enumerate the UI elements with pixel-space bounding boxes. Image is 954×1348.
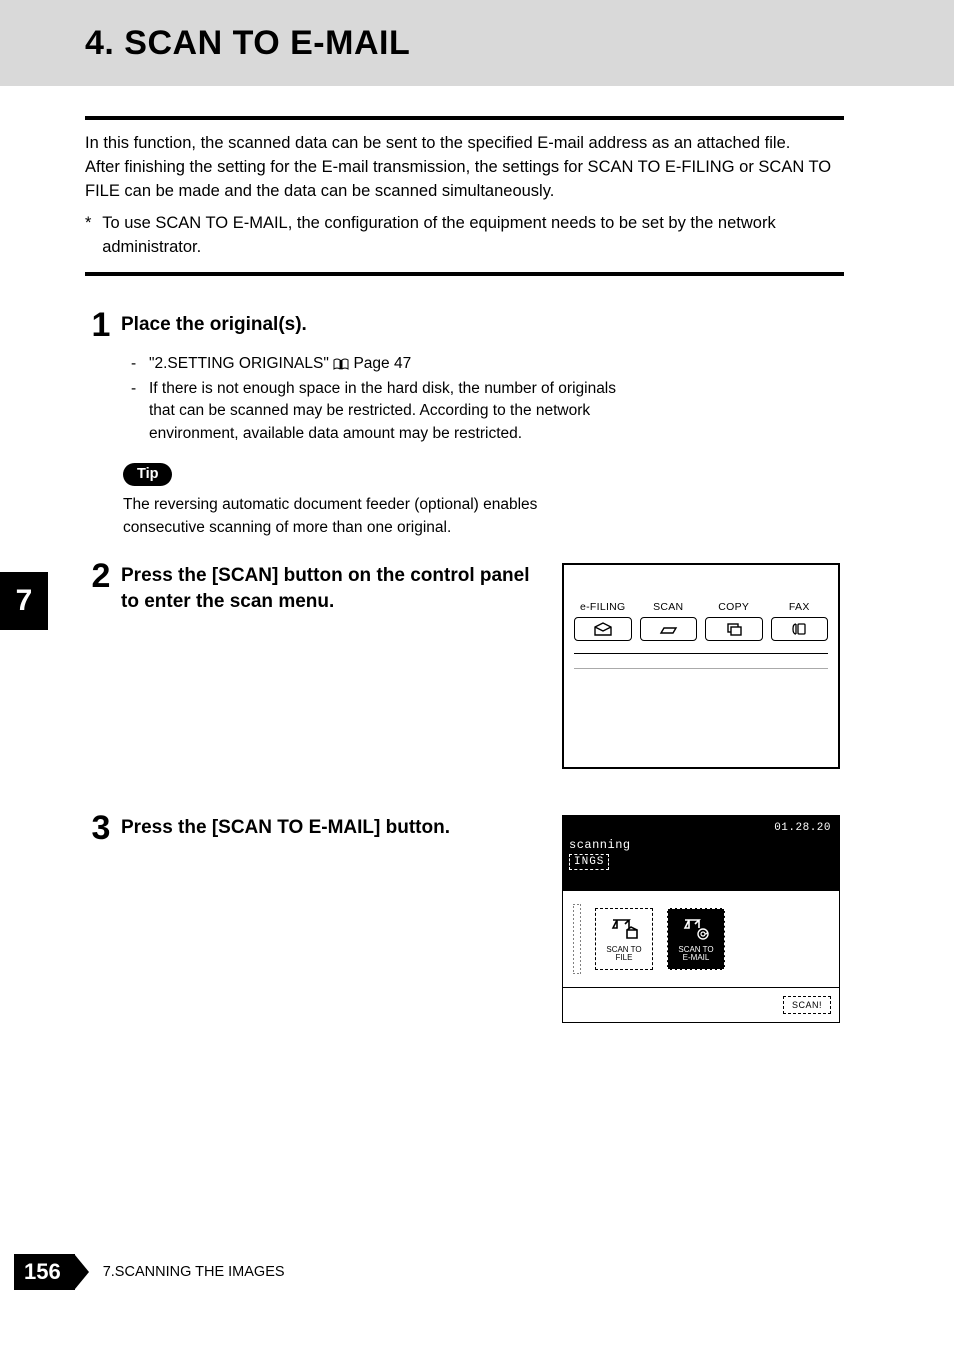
- page-footer: 156 7.SCANNING THE IMAGES: [14, 1254, 285, 1290]
- panel-btn-scan: [640, 617, 698, 641]
- scan-to-email-icon: [681, 916, 711, 942]
- step-2-number: 2: [85, 559, 117, 614]
- note-asterisk: *: [85, 212, 102, 260]
- screen-date: 01.28.20: [774, 822, 831, 834]
- intro-p2: After finishing the setting for the E-ma…: [85, 156, 844, 204]
- admin-note: * To use SCAN TO E-MAIL, the configurati…: [85, 212, 844, 260]
- panel-btn-copy: [705, 617, 763, 641]
- section-title-bar: 4. SCAN TO E-MAIL: [0, 0, 954, 86]
- scan-to-file-icon: [609, 916, 639, 942]
- section-title: 4. SCAN TO E-MAIL: [85, 24, 954, 63]
- tip-text: The reversing automatic document feeder …: [123, 494, 563, 539]
- footer-wedge-icon: [75, 1255, 89, 1289]
- panel-btn-fax: [771, 617, 829, 641]
- step-1-number: 1: [85, 308, 117, 342]
- control-panel-illustration: e-FILING SCAN COPY: [562, 563, 840, 769]
- step-1-ref: - "2.SETTING ORIGINALS" Page 47: [131, 353, 844, 377]
- step-1-ref-text-b: Page 47: [353, 355, 411, 372]
- step-3: 3 Press the [SCAN TO E-MAIL] button. 01.…: [85, 815, 844, 1023]
- panel-label-efiling: e-FILING: [574, 601, 632, 613]
- step-1-heading: Place the original(s).: [121, 312, 844, 338]
- scanner-icon: [658, 622, 678, 636]
- step-2-heading: Press the [SCAN] button on the control p…: [121, 563, 541, 614]
- tip-badge: Tip: [123, 463, 172, 486]
- note-text: To use SCAN TO E-MAIL, the configuration…: [102, 212, 844, 260]
- rule-top: [85, 116, 844, 120]
- intro-block: In this function, the scanned data can b…: [85, 132, 844, 204]
- touchscreen-illustration: 01.28.20 scanning INGS SCAN TOFILE: [562, 815, 840, 1023]
- step-2: 2 Press the [SCAN] button on the control…: [85, 563, 844, 769]
- chapter-side-tab: 7: [0, 572, 48, 630]
- panel-label-copy: COPY: [705, 601, 763, 613]
- footer-chapter: 7.SCANNING THE IMAGES: [103, 1264, 285, 1280]
- mail-open-icon: [593, 622, 613, 636]
- book-icon: [333, 355, 349, 377]
- step-1-ref-text-a: "2.SETTING ORIGINALS": [149, 355, 333, 372]
- intro-p1: In this function, the scanned data can b…: [85, 132, 844, 156]
- screen-scanning-text: scanning: [569, 838, 833, 852]
- scan-confirm-button: SCAN!: [783, 996, 831, 1014]
- scan-to-email-button: SCAN TOE-MAIL: [667, 908, 725, 970]
- step-1-li2: - If there is not enough space in the ha…: [131, 378, 844, 445]
- step-3-heading: Press the [SCAN TO E-MAIL] button.: [121, 815, 541, 841]
- rule-bottom: [85, 272, 844, 276]
- step-3-number: 3: [85, 811, 117, 845]
- fax-icon: [790, 622, 808, 636]
- copy-icon: [725, 622, 743, 636]
- scan-to-file-button: SCAN TOFILE: [595, 908, 653, 970]
- panel-btn-efiling: [574, 617, 632, 641]
- panel-label-fax: FAX: [771, 601, 829, 613]
- step-1: 1 Place the original(s). - "2.SETTING OR…: [85, 312, 844, 539]
- scroll-indicator-icon: [573, 904, 581, 974]
- page-number: 156: [14, 1254, 75, 1290]
- screen-ings-tab: INGS: [569, 854, 609, 870]
- panel-label-scan: SCAN: [640, 601, 698, 613]
